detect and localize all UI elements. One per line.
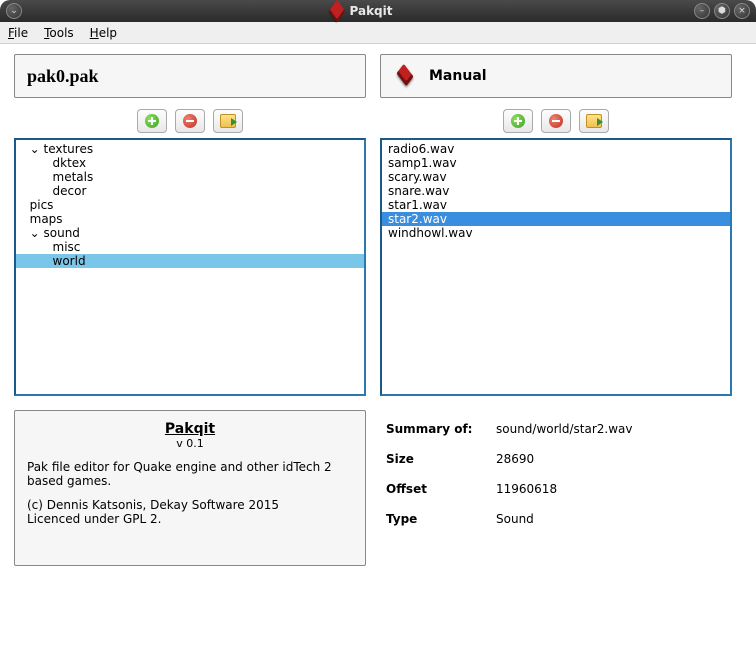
add-button-right[interactable]: [503, 109, 533, 133]
pak-filename: pak0.pak: [27, 66, 99, 87]
menu-file[interactable]: File: [8, 26, 28, 40]
offset-label: Offset: [386, 482, 496, 496]
folder-export-icon: [586, 114, 602, 128]
file-item[interactable]: windhowl.wav: [382, 226, 730, 240]
tree-item[interactable]: world: [16, 254, 364, 268]
menu-tools[interactable]: Tools: [44, 26, 74, 40]
right-panel-title: Manual: [429, 68, 487, 84]
window-menu-button[interactable]: ⌄: [6, 3, 22, 19]
tree-item[interactable]: dktex: [16, 156, 364, 170]
file-item[interactable]: radio6.wav: [382, 142, 730, 156]
minus-icon: [183, 114, 197, 128]
close-button[interactable]: ×: [734, 3, 750, 19]
file-item[interactable]: samp1.wav: [382, 156, 730, 170]
tree-item[interactable]: maps: [16, 212, 364, 226]
file-item[interactable]: snare.wav: [382, 184, 730, 198]
about-description: Pak file editor for Quake engine and oth…: [27, 460, 353, 488]
about-license: Licenced under GPL 2.: [27, 512, 161, 526]
tree-item[interactable]: decor: [16, 184, 364, 198]
right-toolbar: [380, 104, 732, 138]
export-button-left[interactable]: [213, 109, 243, 133]
minimize-button[interactable]: –: [694, 3, 710, 19]
right-panel-header: Manual: [380, 54, 732, 98]
about-title: Pakqit: [27, 421, 353, 437]
summary-panel: Summary of: sound/world/star2.wav Size 2…: [380, 410, 732, 554]
window-title: Pakqit: [350, 4, 393, 18]
file-item[interactable]: scary.wav: [382, 170, 730, 184]
minus-icon: [549, 114, 563, 128]
plus-icon: [511, 114, 525, 128]
menubar: File Tools Help: [0, 22, 756, 44]
directory-tree[interactable]: ⌄ textures dktex metals decor pics maps …: [14, 138, 366, 396]
menu-help[interactable]: Help: [90, 26, 117, 40]
offset-value: 11960618: [496, 482, 726, 496]
left-panel-header: pak0.pak: [14, 54, 366, 98]
export-button-right[interactable]: [579, 109, 609, 133]
manual-icon: [393, 67, 419, 85]
type-label: Type: [386, 512, 496, 526]
window-titlebar: ⌄ Pakqit – ⬢ ×: [0, 0, 756, 22]
tree-item[interactable]: ⌄ sound: [16, 226, 364, 240]
remove-button-right[interactable]: [541, 109, 571, 133]
add-button-left[interactable]: [137, 109, 167, 133]
tree-item[interactable]: misc: [16, 240, 364, 254]
summary-of-label: Summary of:: [386, 422, 496, 436]
file-item[interactable]: star2.wav: [382, 212, 730, 226]
left-toolbar: [14, 104, 366, 138]
remove-button-left[interactable]: [175, 109, 205, 133]
app-icon: [328, 0, 344, 23]
maximize-button[interactable]: ⬢: [714, 3, 730, 19]
type-value: Sound: [496, 512, 726, 526]
about-box: Pakqit v 0.1 Pak file editor for Quake e…: [14, 410, 366, 566]
tree-item[interactable]: pics: [16, 198, 364, 212]
folder-export-icon: [220, 114, 236, 128]
size-label: Size: [386, 452, 496, 466]
size-value: 28690: [496, 452, 726, 466]
tree-item[interactable]: ⌄ textures: [16, 142, 364, 156]
file-item[interactable]: star1.wav: [382, 198, 730, 212]
about-copyright: (c) Dennis Katsonis, Dekay Software 2015: [27, 498, 279, 512]
plus-icon: [145, 114, 159, 128]
about-version: v 0.1: [27, 437, 353, 450]
summary-of-value: sound/world/star2.wav: [496, 422, 726, 436]
tree-item[interactable]: metals: [16, 170, 364, 184]
file-list[interactable]: radio6.wavsamp1.wavscary.wavsnare.wavsta…: [380, 138, 732, 396]
